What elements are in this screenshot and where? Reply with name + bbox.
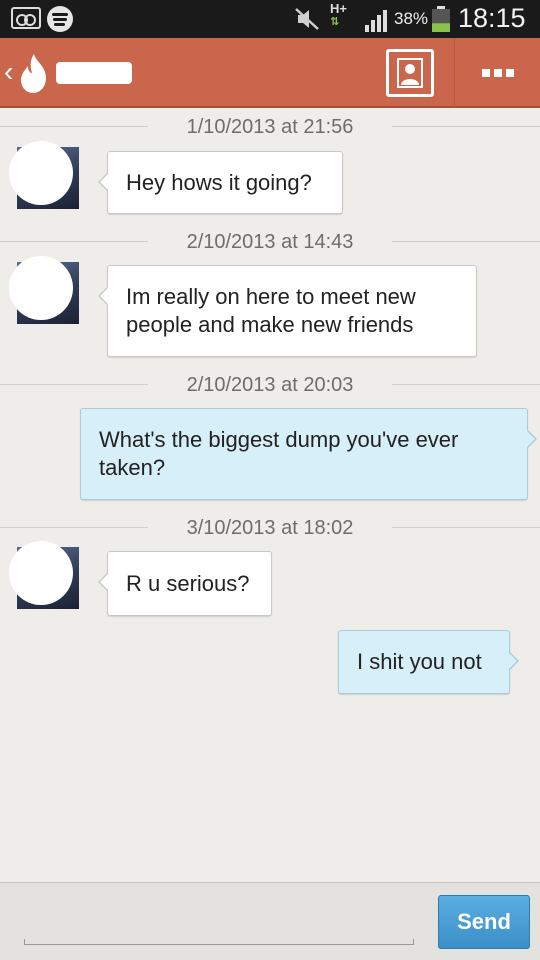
- message-bubble-incoming: Hey hows it going?: [98, 151, 343, 214]
- message-text: I shit you not: [357, 649, 482, 674]
- message-bubble-incoming: Im really on here to meet new people and…: [98, 265, 477, 357]
- profile-button[interactable]: [386, 49, 434, 97]
- timestamp-divider: 1/10/2013 at 21:56: [0, 115, 540, 139]
- spotify-icon: [47, 6, 73, 32]
- message-bubble-outgoing: What's the biggest dump you've ever take…: [80, 408, 537, 500]
- timestamp-divider: 2/10/2013 at 14:43: [0, 230, 540, 254]
- timestamp: 1/10/2013 at 21:56: [186, 116, 354, 138]
- battery-icon: [432, 6, 450, 32]
- header-divider: [454, 38, 455, 108]
- avatar[interactable]: [9, 141, 79, 209]
- back-chevron-icon[interactable]: ‹: [4, 58, 13, 86]
- message-text: Hey hows it going?: [126, 169, 312, 195]
- avatar[interactable]: [9, 541, 79, 609]
- timestamp-divider: 3/10/2013 at 18:02: [0, 516, 540, 540]
- message-bubble-outgoing: I shit you not: [338, 630, 519, 694]
- status-time: 18:15: [458, 3, 526, 33]
- tinder-flame-icon[interactable]: [18, 52, 50, 94]
- message-bubble-incoming: R u serious?: [98, 551, 272, 616]
- timestamp-divider: 2/10/2013 at 20:03: [0, 373, 540, 397]
- signal-icon: [365, 10, 387, 32]
- compose-bar: Send: [0, 882, 540, 960]
- input-underline: [24, 939, 414, 945]
- timestamp: 3/10/2013 at 18:02: [186, 517, 354, 539]
- person-icon: [397, 58, 423, 88]
- timestamp: 2/10/2013 at 20:03: [186, 374, 354, 396]
- message-text: Im really on here to meet new people and…: [126, 284, 416, 337]
- overflow-menu-icon[interactable]: [482, 69, 514, 77]
- send-button[interactable]: Send: [438, 895, 530, 949]
- contact-name[interactable]: [56, 62, 132, 84]
- network-type: H+ ⇅: [330, 1, 347, 28]
- status-bar: H+ ⇅ 38% 18:15: [0, 0, 540, 38]
- message-text: R u serious?: [126, 570, 250, 596]
- voicemail-icon: [11, 7, 41, 29]
- timestamp: 2/10/2013 at 14:43: [186, 231, 354, 253]
- app-header: ‹: [0, 38, 540, 108]
- mute-icon: [295, 8, 319, 30]
- avatar[interactable]: [9, 256, 79, 324]
- message-text: What's the biggest dump you've ever take…: [99, 427, 459, 480]
- battery-percent: 38%: [394, 9, 429, 28]
